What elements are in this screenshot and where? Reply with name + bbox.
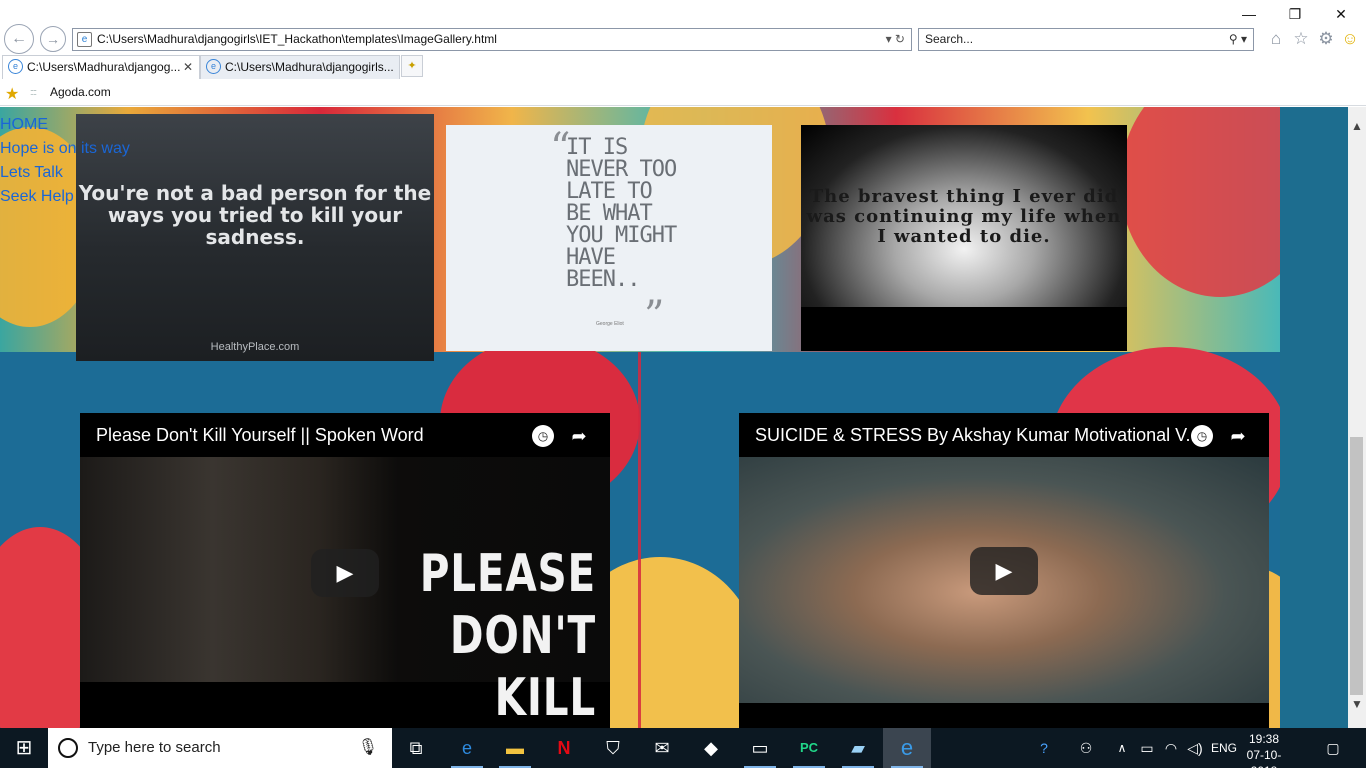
- video-title-bar: SUICIDE & STRESS By Akshay Kumar Motivat…: [739, 413, 1269, 457]
- image-quote: The bravest thing I ever did was continu…: [806, 186, 1122, 247]
- mail-envelope-icon[interactable]: ✉: [638, 728, 686, 768]
- address-bar[interactable]: e C:\Users\Madhura\djangogirls\IET_Hacka…: [72, 28, 912, 51]
- close-quote-mark: ”: [644, 293, 665, 339]
- background-right-strip: [1280, 107, 1348, 728]
- watch-later-clock-icon[interactable]: ◷: [1191, 425, 1213, 447]
- share-arrow-icon[interactable]: ➦: [568, 425, 590, 447]
- show-hidden-icons-chevron-icon[interactable]: ∧: [1112, 728, 1132, 768]
- tab-label: C:\Users\Madhura\djangog...: [27, 60, 181, 74]
- image-dark-floor: [801, 307, 1127, 351]
- address-text: C:\Users\Madhura\djangogirls\IET_Hackath…: [97, 32, 497, 46]
- browser-chrome: — ❐ ✕ ← → e C:\Users\Madhura\djangogirls…: [0, 0, 1366, 107]
- tab-inactive[interactable]: e C:\Users\Madhura\djangogirls...: [200, 55, 400, 79]
- search-input[interactable]: Search... ⚲ ▾: [918, 28, 1254, 51]
- video-embed-1[interactable]: Please Don't Kill Yourself || Spoken Wor…: [80, 413, 610, 728]
- windows-start-icon[interactable]: ⊞: [0, 728, 48, 768]
- scroll-up-arrow-icon[interactable]: ▲: [1348, 119, 1366, 135]
- search-placeholder: Search...: [925, 32, 974, 46]
- restore-button[interactable]: ❐: [1272, 5, 1318, 23]
- video-embed-2[interactable]: SUICIDE & STRESS By Akshay Kumar Motivat…: [739, 413, 1269, 728]
- file-explorer-icon[interactable]: ▬: [491, 728, 539, 768]
- favorites-star-icon[interactable]: ★: [5, 84, 19, 104]
- watch-later-clock-icon[interactable]: ◷: [532, 425, 554, 447]
- vertical-scrollbar[interactable]: ▲ ▼: [1348, 107, 1366, 728]
- page-viewport: You're not a bad person for the ways you…: [0, 107, 1348, 728]
- home-icon[interactable]: ⌂: [1266, 29, 1286, 49]
- image-quote: IT IS NEVER TOO LATE TO BE WHAT YOU MIGH…: [566, 135, 677, 292]
- favorite-link-agoda[interactable]: Agoda.com: [50, 85, 111, 99]
- windows-taskbar: ⊞ Type here to search 🎙 ⧉ e ▬ N ⛉ ✉ ◆ ▭ …: [0, 728, 1366, 778]
- internet-explorer-icon[interactable]: e: [883, 728, 931, 768]
- forward-button[interactable]: →: [40, 26, 66, 52]
- taskbar-search-input[interactable]: Type here to search 🎙: [48, 728, 392, 768]
- favorites-bar: ★ :::: Agoda.com: [0, 80, 1366, 106]
- tab-close-icon[interactable]: ✕: [183, 56, 193, 78]
- gallery-image-3: The bravest thing I ever did was continu…: [801, 125, 1127, 351]
- scroll-thumb[interactable]: [1350, 437, 1363, 695]
- pycharm-icon[interactable]: PC: [785, 728, 833, 768]
- page-nav: HOME Hope is on its way Lets Talk Seek H…: [0, 113, 130, 209]
- back-button[interactable]: ←: [4, 24, 34, 54]
- new-tab-button[interactable]: ✦: [401, 55, 423, 77]
- nav-link-home[interactable]: HOME: [0, 113, 130, 137]
- minimize-button[interactable]: —: [1226, 5, 1272, 23]
- nav-link-seek-help[interactable]: Seek Help: [0, 185, 130, 209]
- dropbox-icon[interactable]: ◆: [687, 728, 735, 768]
- image-watermark: HealthyPlace.com: [210, 341, 300, 353]
- sticky-notes-icon[interactable]: ▰: [834, 728, 882, 768]
- favorites-star-icon[interactable]: ☆: [1291, 29, 1311, 49]
- tab-label: C:\Users\Madhura\djangogirls...: [225, 60, 394, 74]
- battery-icon[interactable]: ▭: [1136, 728, 1158, 768]
- action-center-icon[interactable]: ▢: [1318, 728, 1348, 768]
- ie-tab-icon: e: [8, 59, 23, 74]
- play-button-icon[interactable]: ▶: [311, 549, 379, 597]
- wifi-icon[interactable]: ◠: [1160, 728, 1182, 768]
- gallery-image-2: “ IT IS NEVER TOO LATE TO BE WHAT YOU MI…: [446, 125, 772, 351]
- help-question-icon[interactable]: ?: [1030, 728, 1058, 768]
- task-view-icon[interactable]: ⧉: [392, 728, 440, 768]
- clock-time: 19:38: [1248, 732, 1280, 746]
- edge-browser-icon[interactable]: e: [443, 728, 491, 768]
- play-button-icon[interactable]: ▶: [970, 547, 1038, 595]
- taskbar-search-placeholder: Type here to search: [88, 739, 221, 756]
- people-icon[interactable]: ⚇: [1074, 728, 1098, 768]
- video-title-bar: Please Don't Kill Yourself || Spoken Wor…: [80, 413, 610, 457]
- volume-icon[interactable]: ◁): [1184, 728, 1206, 768]
- nav-link-lets-talk[interactable]: Lets Talk: [0, 161, 130, 185]
- clock-date: 07-10-2018: [1246, 748, 1282, 778]
- video-overlay-text: PLEASE DON'T KILL YOURSELF: [419, 544, 596, 728]
- cortana-circle-icon: [58, 738, 78, 758]
- favorite-site-icon: ::::: [30, 87, 37, 97]
- close-window-button[interactable]: ✕: [1318, 5, 1364, 23]
- scroll-down-arrow-icon[interactable]: ▼: [1348, 697, 1366, 713]
- smiley-feedback-icon[interactable]: ☺: [1340, 29, 1360, 49]
- video-title[interactable]: Please Don't Kill Yourself || Spoken Wor…: [96, 425, 424, 446]
- ie-tab-icon: e: [206, 59, 221, 74]
- image-author: George Eliot: [596, 321, 624, 327]
- store-bag-icon[interactable]: ⛉: [589, 728, 637, 768]
- video-title[interactable]: SUICIDE & STRESS By Akshay Kumar Motivat…: [755, 425, 1201, 446]
- system-clock[interactable]: 19:38 07-10-2018: [1236, 731, 1292, 779]
- tab-active[interactable]: e C:\Users\Madhura\djangog... ✕: [2, 55, 200, 79]
- netflix-icon[interactable]: N: [540, 728, 588, 768]
- share-arrow-icon[interactable]: ➦: [1227, 425, 1249, 447]
- settings-gear-icon[interactable]: ⚙: [1316, 29, 1336, 49]
- search-icon[interactable]: ⚲ ▾: [1229, 29, 1247, 50]
- address-dropdown-refresh[interactable]: ▾ ↻: [886, 29, 905, 50]
- background-divider: [638, 352, 641, 728]
- page-icon: e: [77, 32, 92, 47]
- nav-link-hope[interactable]: Hope is on its way: [0, 137, 130, 161]
- command-prompt-icon[interactable]: ▭: [736, 728, 784, 768]
- microphone-icon[interactable]: 🎙: [358, 728, 378, 768]
